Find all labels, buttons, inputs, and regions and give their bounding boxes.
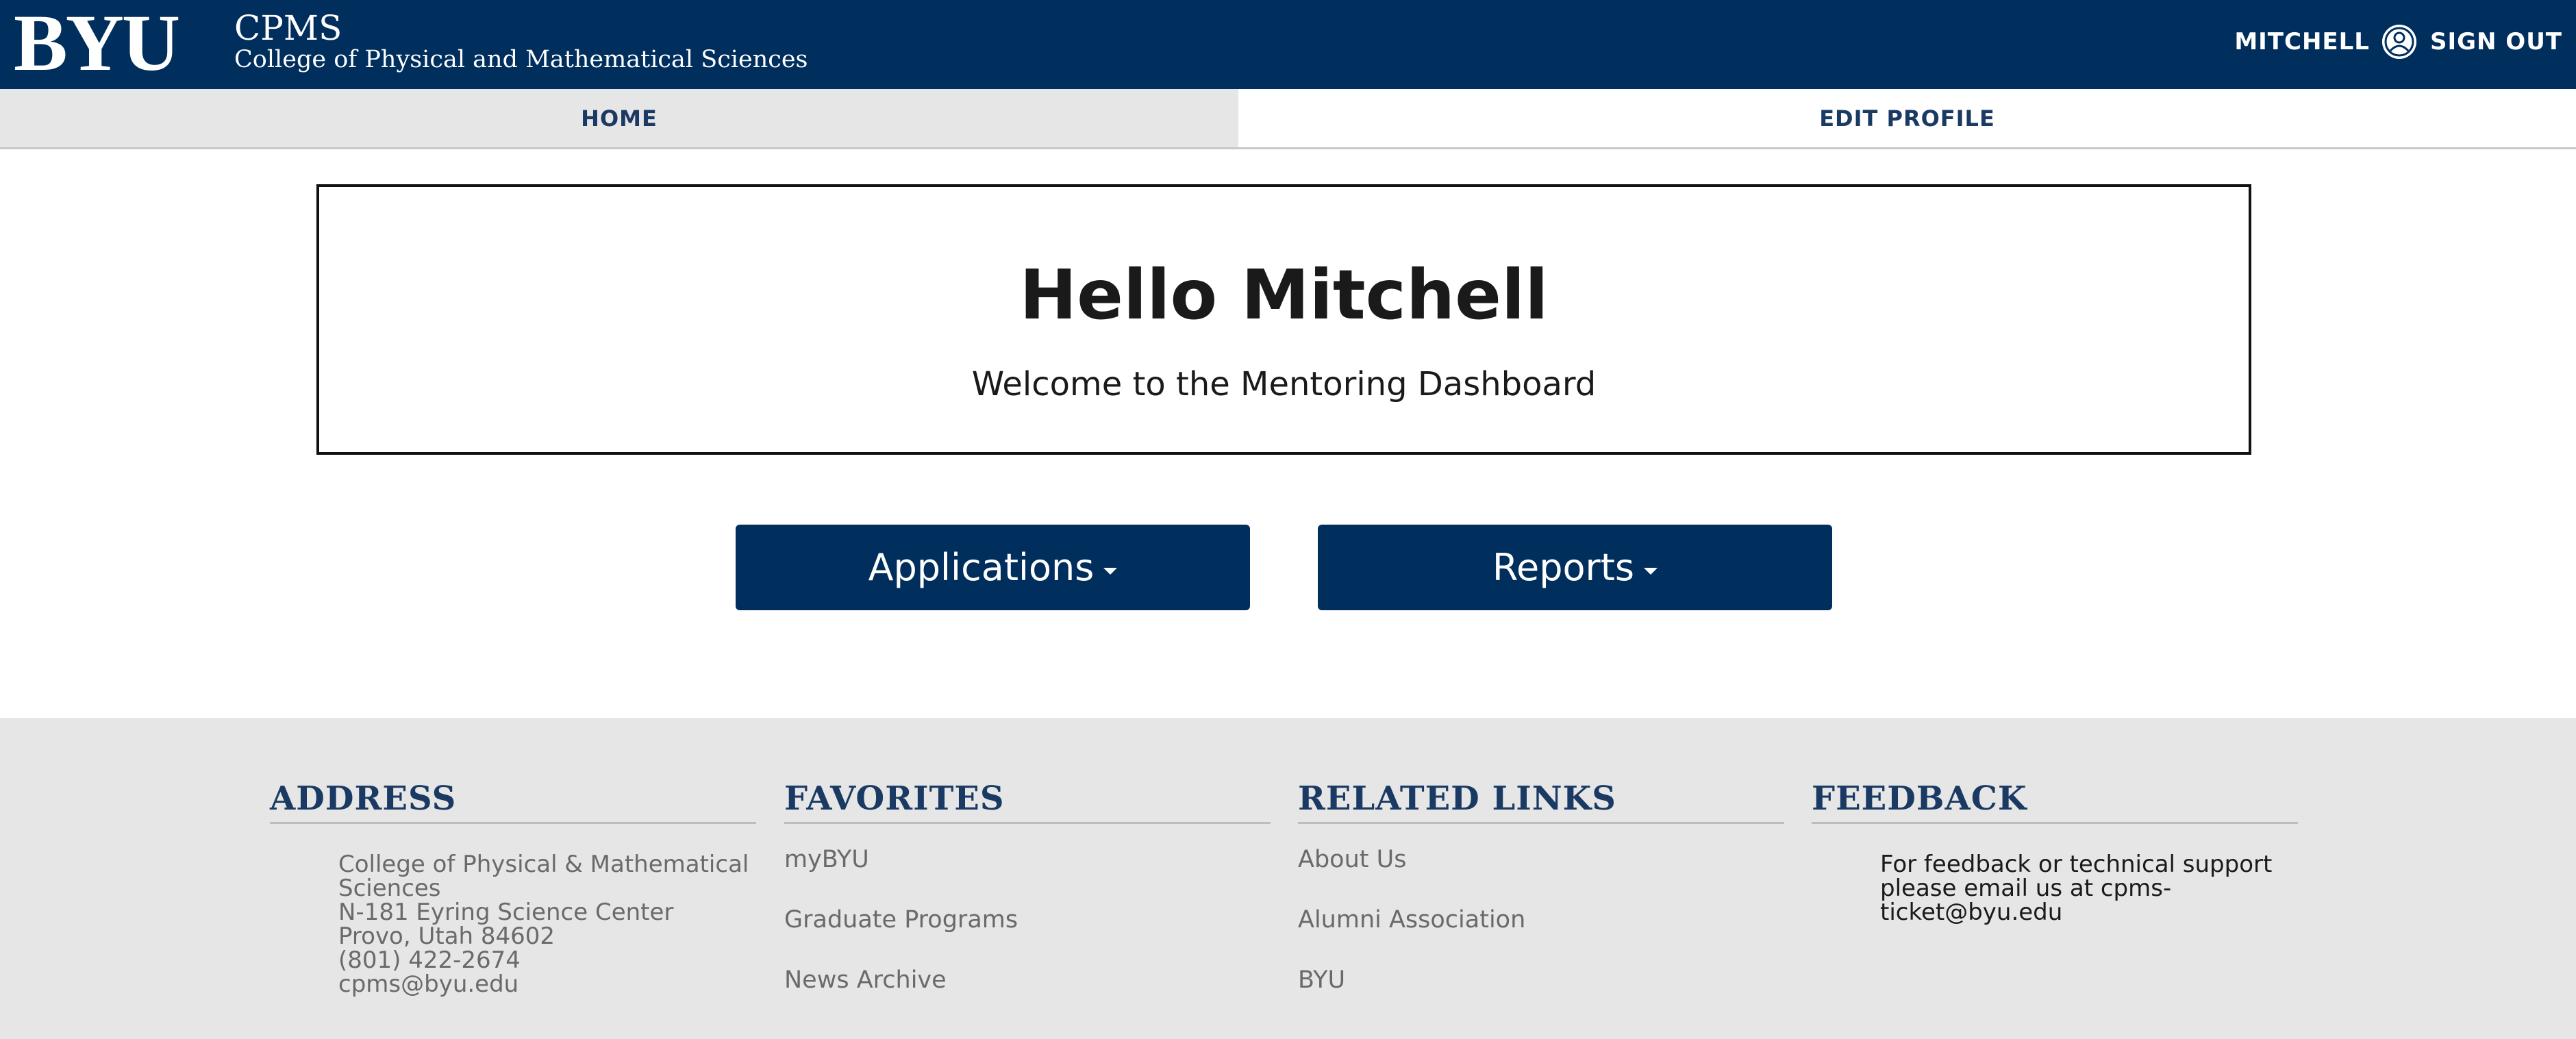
footer-link-mybyu[interactable]: myBYU (784, 844, 1271, 875)
footer-heading-related-links: RELATED LINKS (1298, 779, 1784, 824)
caret-down-icon (1644, 567, 1658, 575)
user-area: MITCHELL SIGN OUT (2234, 21, 2562, 63)
address-line: Sciences (338, 875, 441, 902)
address-phone: (801) 422-2674 (338, 947, 521, 974)
footer-related-links-column: RELATED LINKS About Us Alumni Associatio… (1298, 779, 1784, 1025)
footer-heading-address: ADDRESS (270, 779, 756, 824)
footer-link-news-archive[interactable]: News Archive (784, 965, 1271, 995)
byu-logo[interactable]: BYU (14, 3, 180, 84)
user-circle-icon[interactable] (2381, 25, 2416, 59)
address-email[interactable]: cpms@byu.edu (338, 973, 756, 997)
footer-heading-favorites: FAVORITES (784, 779, 1271, 824)
address-block: College of Physical & Mathematical Scien… (270, 853, 756, 997)
footer-link-about-us[interactable]: About Us (1298, 844, 1784, 875)
footer-heading-feedback: FEEDBACK (1812, 779, 2298, 824)
user-name[interactable]: MITCHELL (2234, 28, 2370, 55)
page: BYU CPMS College of Physical and Mathema… (0, 0, 2576, 1039)
site-footer: ADDRESS College of Physical & Mathematic… (0, 718, 2576, 1039)
related-link-list: About Us Alumni Association BYU (1298, 844, 1784, 995)
sign-out-link[interactable]: SIGN OUT (2430, 28, 2562, 55)
applications-button-label: Applications (868, 546, 1095, 589)
welcome-subtitle: Welcome to the Mentoring Dashboard (971, 365, 1597, 403)
footer-feedback-column: FEEDBACK For feedback or technical suppo… (1812, 779, 2298, 925)
site-subtitle: College of Physical and Mathematical Sci… (234, 46, 808, 73)
favorites-link-list: myBYU Graduate Programs News Archive (784, 844, 1271, 995)
reports-button-label: Reports (1492, 546, 1635, 589)
address-line: N-181 Eyring Science Center (338, 899, 674, 926)
applications-dropdown-button[interactable]: Applications (736, 525, 1250, 610)
tab-home[interactable]: HOME (0, 89, 1238, 147)
address-line: College of Physical & Mathematical (338, 851, 749, 878)
reports-dropdown-button[interactable]: Reports (1318, 525, 1832, 610)
footer-link-byu[interactable]: BYU (1298, 965, 1784, 995)
main-nav: HOME EDIT PROFILE (0, 89, 2576, 149)
footer-favorites-column: FAVORITES myBYU Graduate Programs News A… (784, 779, 1271, 1025)
welcome-panel: Hello Mitchell Welcome to the Mentoring … (316, 184, 2251, 455)
footer-link-graduate-programs[interactable]: Graduate Programs (784, 905, 1271, 935)
tab-edit-profile[interactable]: EDIT PROFILE (1238, 89, 2576, 147)
site-name[interactable]: CPMS (234, 8, 342, 48)
caret-down-icon (1103, 567, 1118, 575)
footer-link-alumni-association[interactable]: Alumni Association (1298, 905, 1784, 935)
address-line: Provo, Utah 84602 (338, 923, 555, 950)
footer-address-column: ADDRESS College of Physical & Mathematic… (270, 779, 756, 997)
feedback-text: For feedback or technical support please… (1880, 851, 2273, 926)
welcome-title: Hello Mitchell (1019, 255, 1549, 335)
site-header: BYU CPMS College of Physical and Mathema… (0, 0, 2576, 89)
